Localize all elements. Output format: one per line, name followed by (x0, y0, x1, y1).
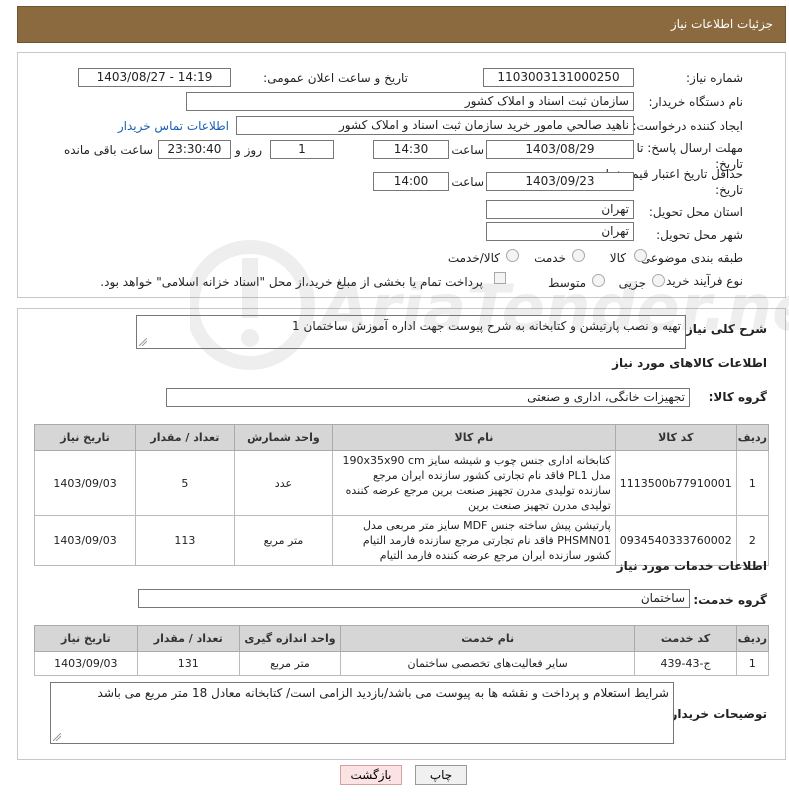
process-type-label: نوع فرآیند خرید : (658, 274, 743, 288)
deadline-hour-label: ساعت (451, 143, 484, 157)
remaining-time-field: 23:30:40 (158, 140, 231, 159)
validity-label-2: تاریخ: (715, 183, 743, 197)
service-date: 1403/09/03 (34, 651, 138, 676)
city-label: شهر محل تحویل: (656, 228, 743, 242)
service-name: سایر فعالیت‌های تخصصی ساختمان (340, 651, 636, 676)
column-header: ردیف (735, 625, 770, 652)
contact-info-link[interactable]: اطلاعات تماس خریدار (118, 119, 229, 133)
column-header: نام کالا (332, 424, 616, 451)
category-option-goods: کالا (609, 251, 626, 265)
buyer-notes-field: شرایط استعلام و پرداخت و نقشه ها به پیوس… (50, 682, 674, 744)
general-desc-label: شرح کلی نیاز: (681, 322, 767, 336)
category-radio-goods[interactable] (634, 249, 647, 262)
treasury-payment-checkbox[interactable] (494, 272, 506, 284)
print-button[interactable]: چاپ (415, 765, 467, 785)
service-qty: 131 (136, 651, 240, 676)
table-row: 1 ج-43-439 سایر فعالیت‌های تخصصی ساختمان… (34, 651, 770, 676)
announce-label: تاریخ و ساعت اعلان عمومی: (263, 71, 408, 85)
process-option-medium: متوسط (548, 276, 586, 290)
days-label: روز و (235, 143, 262, 157)
goods-name: پارتیشن پیش ساخته جنس MDF سایز متر مربعی… (332, 515, 616, 566)
row-index: 1 (735, 450, 770, 516)
goods-section-title: اطلاعات کالاهای مورد نیاز (612, 356, 767, 370)
buyer-org-label: نام دستگاه خریدار: (648, 95, 744, 109)
column-header: واحد اندازه گیری (238, 625, 342, 652)
goods-unit: متر مربع (233, 515, 334, 566)
process-option-minor: جزیی (618, 276, 646, 290)
services-section-title: اطلاعات خدمات مورد نیاز (616, 559, 767, 573)
column-header: کد خدمت (634, 625, 737, 652)
column-header: تعداد / مقدار (135, 424, 235, 451)
requester-field: ناهید صالحي مامور خرید سازمان ثبت اسناد … (236, 116, 634, 135)
process-radio-minor[interactable] (652, 274, 665, 287)
column-header: تاریخ نیاز (34, 625, 138, 652)
validity-hour-label: ساعت (451, 175, 484, 189)
buyer-org-field: سازمان ثبت اسناد و املاک کشور (186, 92, 634, 111)
service-unit: متر مربع (238, 651, 342, 676)
goods-code: 0934540333760002 (614, 515, 737, 566)
services-table: ردیف کد خدمت نام خدمت واحد اندازه گیری ت… (34, 625, 770, 676)
deadline-label-1: مهلت ارسال پاسخ: تا (636, 141, 743, 155)
goods-table: ردیف کد کالا نام کالا واحد شمارش تعداد /… (33, 424, 770, 566)
resize-grip-icon[interactable] (139, 338, 147, 346)
column-header: نام خدمت (340, 625, 636, 652)
column-header: کد کالا (614, 424, 737, 451)
goods-table-header: ردیف کد کالا نام کالا واحد شمارش تعداد /… (33, 424, 770, 451)
goods-date: 1403/09/03 (33, 515, 137, 566)
need-number-field: 1103003131000250 (483, 68, 634, 87)
remaining-label: ساعت باقی مانده (63, 143, 153, 157)
column-header: واحد شمارش (233, 424, 334, 451)
category-radio-service[interactable] (572, 249, 585, 262)
row-index: 1 (735, 651, 770, 676)
city-field: تهران (486, 222, 634, 241)
table-row: 1 1113500b77910001 کتابخانه اداری جنس چو… (33, 450, 770, 516)
need-number-label: شماره نیاز: (686, 71, 743, 85)
table-row: 2 0934540333760002 پارتیشن پیش ساخته جنس… (33, 515, 770, 566)
province-field: تهران (486, 200, 634, 219)
category-option-goods-service: کالا/خدمت (447, 251, 500, 265)
announce-field: 1403/08/27 - 14:19 (78, 68, 231, 87)
goods-group-label: گروه کالا: (708, 390, 767, 404)
category-option-service: خدمت (534, 251, 566, 265)
row-index: 2 (735, 515, 770, 566)
general-desc-field: تهیه و نصب پارتیشن و کتابخانه به شرح پیو… (136, 315, 686, 349)
services-table-header: ردیف کد خدمت نام خدمت واحد اندازه گیری ت… (34, 625, 770, 652)
deadline-time-field: 14:30 (373, 140, 449, 159)
days-remaining-field: 1 (270, 140, 334, 159)
province-label: استان محل تحویل: (648, 205, 743, 219)
validity-time-field: 14:00 (373, 172, 449, 191)
column-header: ردیف (735, 424, 770, 451)
process-radio-medium[interactable] (592, 274, 605, 287)
goods-group-field: تجهیزات خانگی، اداری و صنعتی (166, 388, 690, 407)
column-header: تاریخ نیاز (33, 424, 137, 451)
goods-date: 1403/09/03 (33, 450, 137, 516)
page-header: جزئیات اطلاعات نیاز (17, 6, 786, 43)
page-title: جزئیات اطلاعات نیاز (670, 17, 773, 31)
resize-grip-icon[interactable] (53, 733, 61, 741)
goods-code: 1113500b77910001 (614, 450, 737, 516)
validity-date-field: 1403/09/23 (486, 172, 634, 191)
services-group-field: ساختمان (138, 589, 690, 608)
treasury-payment-note: پرداخت تمام یا بخشی از مبلغ خرید،از محل … (100, 275, 483, 289)
service-code: ج-43-439 (634, 651, 737, 676)
buyer-notes-label: توضیحات خریدار: (665, 707, 767, 721)
back-button[interactable]: بازگشت (340, 765, 402, 785)
goods-qty: 5 (135, 450, 235, 516)
deadline-date-field: 1403/08/29 (486, 140, 634, 159)
category-radio-goods-service[interactable] (506, 249, 519, 262)
goods-name: کتابخانه اداری جنس چوب و شیشه سایز 190x3… (332, 450, 616, 516)
column-header: تعداد / مقدار (136, 625, 240, 652)
services-group-label: گروه خدمت: (693, 593, 767, 607)
requester-label: ایجاد کننده درخواست: (632, 119, 743, 133)
category-label: طبقه بندی موضوعی: (636, 251, 743, 265)
goods-qty: 113 (135, 515, 235, 566)
goods-unit: عدد (233, 450, 334, 516)
